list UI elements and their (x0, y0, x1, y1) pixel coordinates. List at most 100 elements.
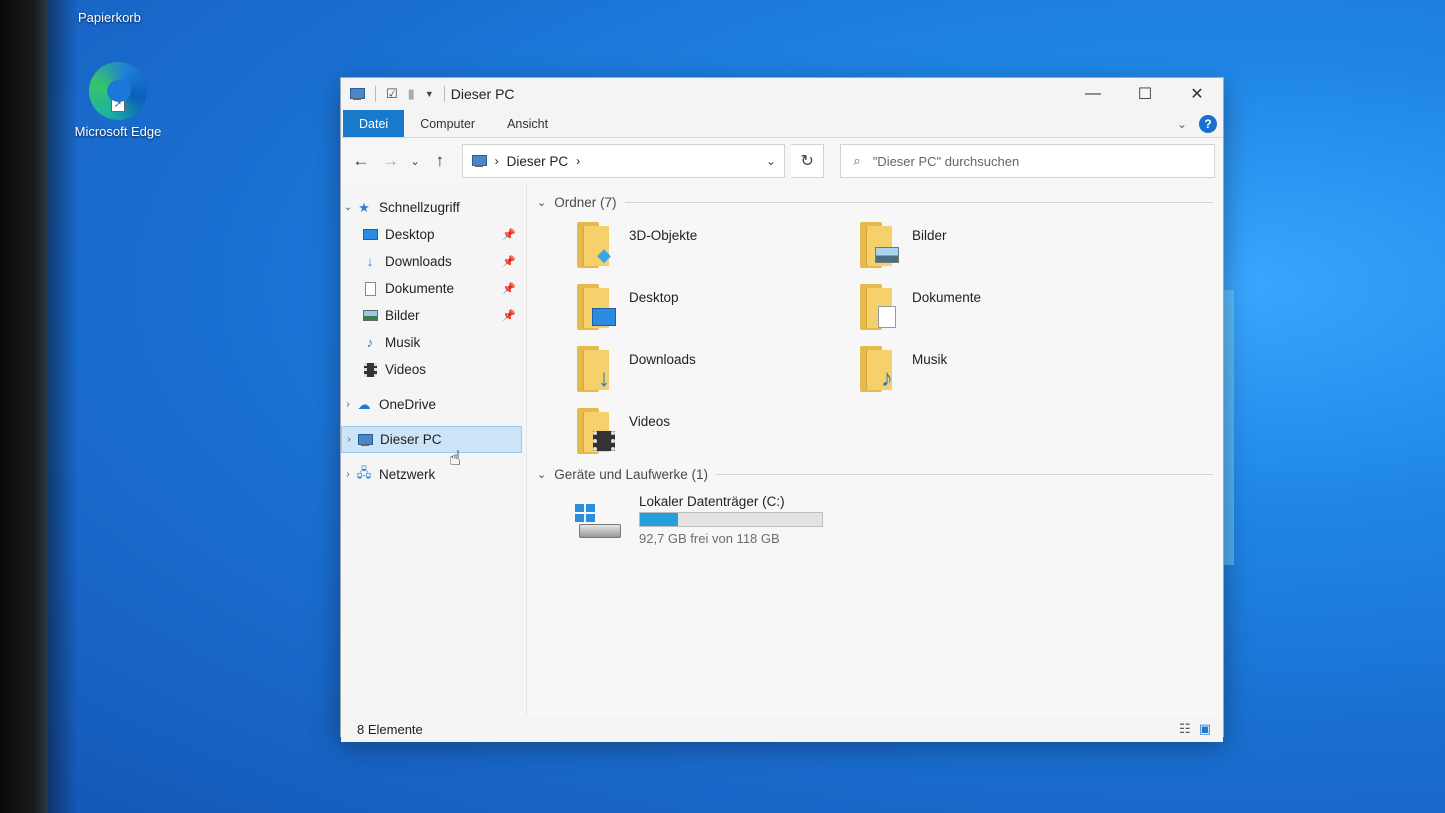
item-count: 8 Elemente (357, 721, 423, 737)
sidebar-item-netzwerk[interactable]: › 🖧 Netzwerk (341, 461, 526, 488)
folder-item-downloads[interactable]: ↓ Downloads (575, 344, 858, 406)
divider (716, 473, 1213, 475)
sidebar-item-onedrive[interactable]: › ☁ OneDrive (341, 391, 526, 418)
sidebar-item-dieser-pc[interactable]: › Dieser PC (341, 426, 522, 453)
up-arrow-icon[interactable]: ↑ (428, 151, 452, 171)
breadcrumb-separator-icon: › (494, 154, 499, 168)
documents-folder-icon (858, 282, 900, 330)
help-icon[interactable]: ? (1199, 114, 1217, 133)
sidebar-item-label: Desktop (385, 227, 435, 242)
folder-item-3d-objekte[interactable]: ◆ 3D-Objekte (575, 220, 858, 282)
search-input[interactable]: ⌕ "Dieser PC" durchsuchen (840, 144, 1215, 178)
drive-name: Lokaler Datenträger (C:) (639, 494, 785, 509)
details-view-icon[interactable]: ☷ (1179, 721, 1191, 737)
sidebar-item-videos[interactable]: Videos (341, 356, 526, 383)
sidebar-item-schnellzugriff[interactable]: ⌄ ★ Schnellzugriff (341, 194, 526, 221)
sidebar-item-desktop[interactable]: Desktop 📌 (341, 221, 526, 248)
sidebar-item-label: Dokumente (385, 281, 455, 296)
group-chevron-icon[interactable]: ⌄ (537, 196, 546, 209)
forward-arrow-icon[interactable]: → (379, 151, 403, 171)
music-note-icon: ♪ (366, 335, 374, 350)
folder-label: Videos (629, 414, 671, 429)
group-chevron-icon[interactable]: ⌄ (537, 468, 546, 481)
search-placeholder: "Dieser PC" durchsuchen (872, 153, 1020, 169)
new-folder-icon[interactable]: ▮ (408, 86, 415, 102)
folder-item-dokumente[interactable]: Dokumente (858, 282, 1141, 344)
pin-icon: 📌 (502, 256, 516, 268)
address-dropdown-icon[interactable]: ⌄ (766, 154, 776, 168)
tab-datei[interactable]: Datei (343, 110, 405, 137)
edge-icon: ➚ (89, 62, 147, 120)
address-bar[interactable]: › Dieser PC › ⌄ (461, 144, 785, 178)
large-icons-view-icon[interactable]: ▣ (1199, 721, 1211, 737)
title-bar: ☑ ▮ ▼ Dieser PC — ☐ ✕ (341, 78, 1223, 110)
folders-grid: ◆ 3D-Objekte Bilder Desktop Dokumente ↓ (537, 220, 1213, 468)
computer-icon (356, 432, 374, 448)
window-title: Dieser PC (450, 86, 515, 102)
folder-label: Downloads (629, 352, 696, 367)
sidebar-item-dokumente[interactable]: Dokumente 📌 (341, 275, 526, 302)
customize-toolbar-icon[interactable]: ▼ (425, 89, 434, 99)
3d-objects-folder-icon: ◆ (575, 220, 617, 268)
folder-item-bilder[interactable]: Bilder (858, 220, 1141, 282)
star-icon: ★ (358, 199, 370, 215)
recycle-bin-label[interactable]: Papierkorb (78, 10, 141, 25)
shortcut-arrow-icon: ➚ (111, 98, 125, 112)
sidebar-item-downloads[interactable]: ↓ Downloads 📌 (341, 248, 526, 275)
group-title: Geräte und Laufwerke (1) (554, 466, 709, 482)
sidebar-item-label: Videos (385, 362, 427, 377)
folders-group-header[interactable]: ⌄ Ordner (7) (537, 190, 1213, 214)
sidebar-item-label: Netzwerk (379, 467, 436, 482)
divider (624, 201, 1213, 203)
navigation-bar: ← → ⌄ ↑ › Dieser PC › ⌄ ↻ ⌕ "Dieser PC" … (341, 138, 1223, 184)
collapsed-chevron-icon[interactable]: › (341, 399, 355, 410)
desktop-icon-edge[interactable]: ➚ Microsoft Edge (66, 62, 170, 139)
pin-icon: 📌 (502, 283, 516, 295)
desktop-folder-icon (575, 282, 617, 330)
properties-checkbox-icon[interactable]: ☑ (386, 86, 398, 102)
network-icon: 🖧 (356, 464, 372, 480)
expanded-chevron-icon[interactable]: ⌄ (341, 202, 355, 213)
search-icon: ⌕ (853, 153, 861, 168)
group-title: Ordner (7) (554, 194, 617, 210)
edge-label: Microsoft Edge (74, 124, 162, 139)
ribbon-tabs: Datei Computer Ansicht ⌄ ? (341, 110, 1223, 138)
drive-usage-fill (640, 513, 679, 526)
sidebar-item-label: Musik (385, 335, 421, 350)
refresh-button[interactable]: ↻ (790, 144, 825, 178)
sidebar-item-label: Schnellzugriff (379, 200, 460, 215)
breadcrumb-dieser-pc[interactable]: Dieser PC (507, 154, 569, 169)
recent-locations-chevron-icon[interactable]: ⌄ (408, 155, 422, 168)
picture-icon (361, 308, 379, 324)
tab-computer[interactable]: Computer (404, 110, 491, 137)
collapsed-chevron-icon[interactable]: › (341, 469, 355, 480)
expand-ribbon-chevron-icon[interactable]: ⌄ (1177, 117, 1187, 131)
film-icon (361, 362, 379, 378)
sidebar-item-musik[interactable]: ♪ Musik (341, 329, 526, 356)
folder-item-musik[interactable]: ♪ Musik (858, 344, 1141, 406)
folder-label: Dokumente (912, 290, 982, 305)
divider (375, 86, 376, 102)
videos-folder-icon (575, 406, 617, 454)
navigation-pane: ⌄ ★ Schnellzugriff Desktop 📌 ↓ Downloads… (341, 184, 527, 716)
drive-usage-bar (639, 512, 823, 527)
folder-label: 3D-Objekte (629, 228, 698, 243)
drive-item-c[interactable]: Lokaler Datenträger (C:) 92,7 GB frei vo… (537, 494, 1213, 546)
close-button[interactable]: ✕ (1171, 78, 1223, 110)
back-arrow-icon[interactable]: ← (349, 151, 373, 171)
tab-ansicht[interactable]: Ansicht (491, 110, 564, 137)
collapsed-chevron-icon[interactable]: › (342, 434, 356, 445)
maximize-button[interactable]: ☐ (1119, 78, 1171, 110)
computer-icon (471, 155, 487, 167)
file-explorer-window: ☑ ▮ ▼ Dieser PC — ☐ ✕ Datei Computer Ans… (340, 77, 1224, 742)
sidebar-item-bilder[interactable]: Bilder 📌 (341, 302, 526, 329)
breadcrumb-next-icon[interactable]: › (576, 154, 580, 168)
folder-item-desktop[interactable]: Desktop (575, 282, 858, 344)
cloud-icon: ☁ (357, 396, 371, 412)
folder-item-videos[interactable]: Videos (575, 406, 858, 468)
divider (443, 86, 445, 102)
minimize-button[interactable]: — (1067, 78, 1119, 110)
pictures-folder-icon (858, 220, 900, 268)
sidebar-item-label: Dieser PC (380, 432, 442, 447)
drives-group-header[interactable]: ⌄ Geräte und Laufwerke (1) (537, 462, 1213, 486)
